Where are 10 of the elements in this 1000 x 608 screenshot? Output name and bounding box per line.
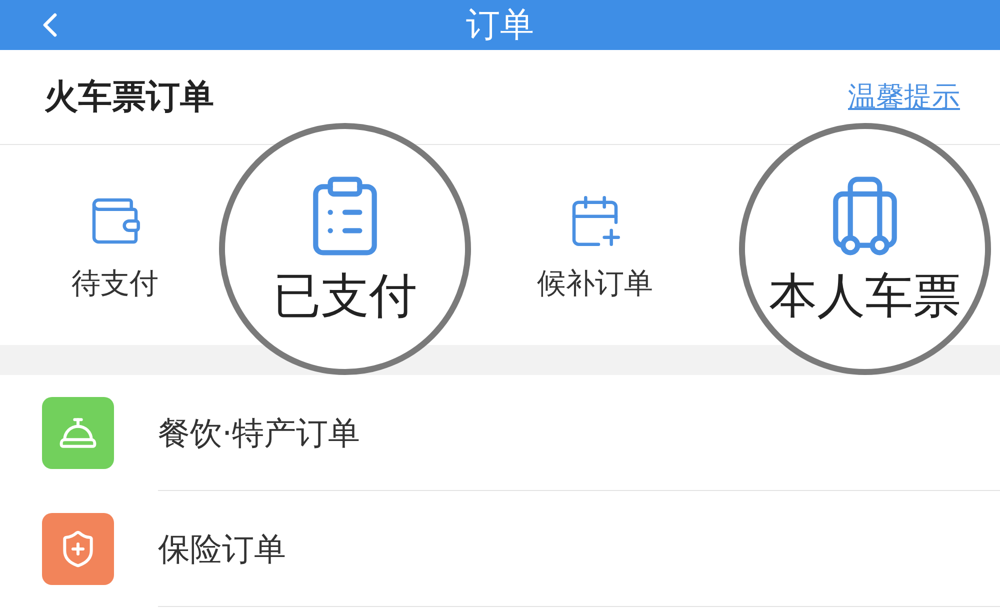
list-label: 保险订单 — [158, 529, 286, 570]
header-title: 订单 — [466, 8, 534, 42]
magnified-order-type[interactable]: 本人车票 — [739, 123, 991, 375]
order-list-row[interactable]: 餐饮·特产订单 — [0, 375, 1000, 491]
section-title: 火车票订单 — [44, 76, 214, 118]
order-type-item[interactable]: 候补订单 — [537, 192, 653, 298]
order-list-row[interactable]: 保险订单 — [0, 491, 1000, 607]
order-type-item[interactable]: 待支付 — [72, 192, 158, 298]
magnified-order-type[interactable]: 已支付 — [219, 123, 471, 375]
list-label: 餐饮·特产订单 — [158, 413, 360, 454]
